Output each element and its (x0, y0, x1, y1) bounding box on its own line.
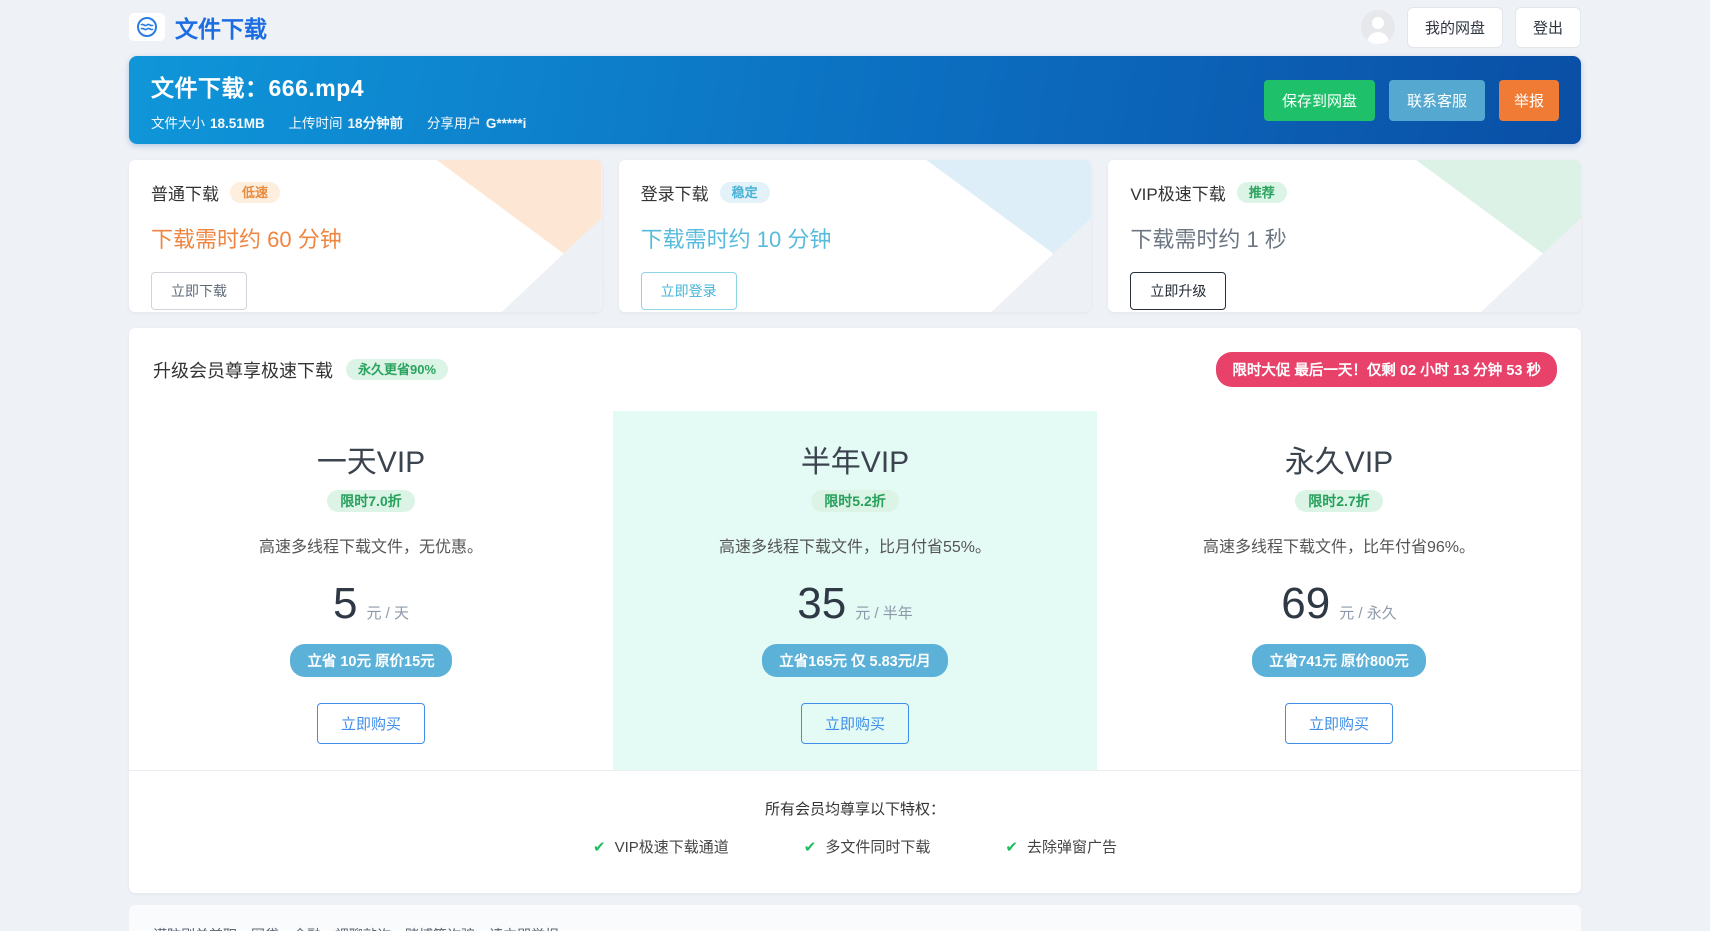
share-user: 分享用户 G*****i (426, 115, 527, 131)
plan-price: 5元 / 天 (333, 579, 409, 628)
download-time-text: 下载需时约 1 秒 (1130, 227, 1287, 252)
file-size: 文件大小 18.51MB (151, 115, 265, 131)
savings-badge: 立省741元 原价800元 (1252, 644, 1426, 677)
site-brand[interactable]: 文件下载 (129, 10, 267, 44)
upgrade-now-button[interactable]: 立即升级 (1130, 272, 1227, 310)
plan-name: 一天VIP (316, 446, 426, 479)
privileges-section: 所有会员均尊享以下特权： ✔ VIP极速下载通道 ✔ 多文件同时下载 ✔ 去除弹窗广告 (129, 771, 1581, 893)
file-title: 文件下载：666.mp4 (151, 74, 365, 101)
countdown-promo-badge: 限时大促 最后一天！仅剩 02 小时 13 分钟 53 秒 (1216, 352, 1557, 387)
save-90-badge: 永久更省90% (346, 359, 449, 380)
privilege-item: ✔ 多文件同时下载 (803, 839, 931, 856)
file-meta: 文件大小 18.51MB 上传时间 18分钟前 分享用户 G*****i (151, 112, 546, 132)
discount-badge: 限时2.7折 (1295, 490, 1383, 512)
recommend-badge: 推荐 (1236, 182, 1287, 203)
privilege-item: ✔ 去除弹窗广告 (1005, 839, 1117, 856)
check-icon: ✔ (1005, 839, 1018, 856)
check-icon: ✔ (803, 839, 817, 856)
plan-description: 高速多线程下载文件，比年付省96%。 (1202, 539, 1476, 556)
plan-permanent-vip: 永久VIP 限时2.7折 高速多线程下载文件，比年付省96%。 69 元 / 永久… (1097, 411, 1581, 770)
file-banner-info: 文件下载：666.mp4 文件大小 18.51MB 上传时间 18分钟前 分享用户 G… (151, 69, 546, 132)
discount-badge: 限时5.2折 (811, 490, 899, 512)
privileges-title: 所有会员均尊享以下特权： (764, 801, 945, 818)
vip-section-header: 升级会员尊享极速下载 永久更省90% 限时大促 最后一天！仅剩 02 小时 13… (129, 328, 1581, 405)
page-container: 文件下载 我的网盘 登出 文件下载：666.mp4 文件大小 18.51MB 上传… (129, 0, 1582, 931)
card-title: 登录下载 (640, 185, 709, 204)
plan-price: 69 元 / 永久 (1281, 579, 1397, 628)
plan-price: 35 元 / 半年 (797, 579, 913, 628)
plan-description: 高速多线程下载文件，比月付省55%。 (718, 539, 992, 556)
buy-now-button[interactable]: 立即购买 (1284, 703, 1393, 744)
top-header: 文件下载 我的网盘 登出 (129, 0, 1581, 50)
contact-support-button[interactable]: 联系客服 (1388, 79, 1485, 121)
buy-now-button[interactable]: 立即购买 (800, 703, 909, 744)
fraud-warning-text: 谨防刷单兼职，网贷，金融，裸聊敲诈，赌博等诈骗，请立即举报 (153, 927, 559, 931)
plan-description: 高速多线程下载文件，无优惠。 (258, 539, 483, 556)
login-download-card: 登录下载 稳定 下载需时约 10 分钟 立即登录 (618, 160, 1092, 312)
plan-one-day-vip: 一天VIP 限时7.0折 高速多线程下载文件，无优惠。 5元 / 天 立省 10… (129, 411, 613, 770)
savings-badge: 立省165元 仅 5.83元/月 (762, 644, 948, 677)
privilege-item: ✔ VIP极速下载通道 (593, 839, 729, 856)
vip-section: 升级会员尊享极速下载 永久更省90% 限时大促 最后一天！仅剩 02 小时 13… (129, 328, 1581, 893)
plan-half-year-vip: 半年VIP 限时5.2折 高速多线程下载文件，比月付省55%。 35 元 / 半年… (613, 411, 1097, 770)
download-options-row: 普通下载 低速 下载需时约 60 分钟 立即下载 登录下载 稳定 下载需时约 1… (129, 160, 1582, 312)
discount-badge: 限时7.0折 (327, 490, 415, 512)
report-button[interactable]: 举报 (1498, 79, 1559, 121)
plan-name: 半年VIP (800, 446, 910, 479)
file-banner-actions: 保存到网盘 联系客服 举报 (1263, 79, 1559, 121)
card-title: VIP极速下载 (1130, 185, 1226, 204)
normal-download-card: 普通下载 低速 下载需时约 60 分钟 立即下载 (129, 160, 602, 312)
download-time-text: 下载需时约 60 分钟 (151, 227, 342, 252)
check-icon: ✔ (593, 839, 606, 856)
savings-badge: 立省 10元 原价15元 (290, 644, 452, 677)
card-title: 普通下载 (151, 185, 219, 204)
vip-plans-row: 一天VIP 限时7.0折 高速多线程下载文件，无优惠。 5元 / 天 立省 10… (129, 411, 1581, 770)
login-now-button[interactable]: 立即登录 (640, 272, 737, 310)
upload-time: 上传时间 18分钟前 (288, 115, 404, 131)
page-title: 文件下载 (175, 16, 267, 42)
file-banner: 文件下载：666.mp4 文件大小 18.51MB 上传时间 18分钟前 分享用户 G… (129, 56, 1581, 144)
plan-name: 永久VIP (1284, 446, 1394, 479)
vip-download-card: VIP极速下载 推荐 下载需时约 1 秒 立即升级 (1108, 160, 1582, 312)
speed-badge: 低速 (230, 182, 281, 203)
user-avatar (1360, 10, 1395, 44)
logout-button[interactable]: 登出 (1514, 6, 1581, 48)
save-to-drive-button[interactable]: 保存到网盘 (1263, 79, 1375, 121)
my-drive-button[interactable]: 我的网盘 (1406, 6, 1503, 48)
download-now-button[interactable]: 立即下载 (151, 272, 247, 310)
stable-badge: 稳定 (719, 182, 770, 203)
header-actions: 我的网盘 登出 (1360, 6, 1581, 48)
fraud-warning-bar: 谨防刷单兼职，网贷，金融，裸聊敲诈，赌博等诈骗，请立即举报 (129, 905, 1581, 931)
vip-section-title: 升级会员尊享极速下载 (153, 360, 333, 381)
site-logo-icon (129, 13, 165, 41)
buy-now-button[interactable]: 立即购买 (316, 703, 425, 744)
download-time-text: 下载需时约 10 分钟 (640, 227, 832, 252)
